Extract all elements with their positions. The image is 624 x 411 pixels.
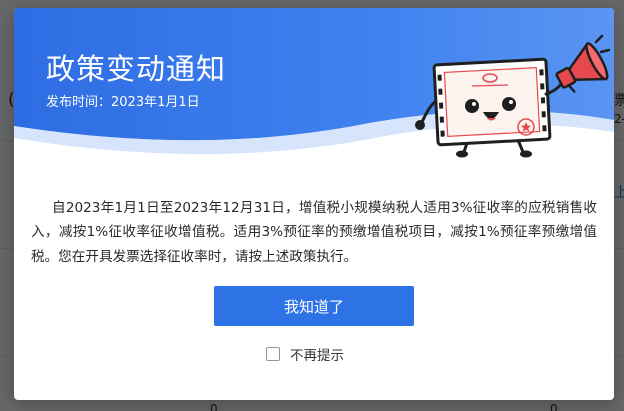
checkbox-unchecked-icon[interactable] bbox=[266, 347, 280, 361]
publish-date: 发布时间：2023年1月1日 bbox=[46, 91, 200, 110]
no-remind-label[interactable]: 不再提示 bbox=[290, 344, 344, 364]
modal-title: 政策变动通知 bbox=[46, 52, 227, 86]
no-remind-option[interactable]: 不再提示 bbox=[266, 344, 344, 364]
confirm-button[interactable]: 我知道了 bbox=[214, 286, 414, 326]
publish-date-value: 2023年1月1日 bbox=[111, 95, 200, 110]
notice-body-text: 自2023年1月1日至2023年12月31日，增值税小规模纳税人适用3%征收率的… bbox=[31, 199, 597, 265]
policy-notice-modal: 政策变动通知 发布时间：2023年1月1日 自2023年1月1日至2023年12… bbox=[14, 8, 614, 400]
publish-date-label: 发布时间： bbox=[46, 95, 112, 110]
mascot-megaphone-icon bbox=[415, 34, 610, 159]
